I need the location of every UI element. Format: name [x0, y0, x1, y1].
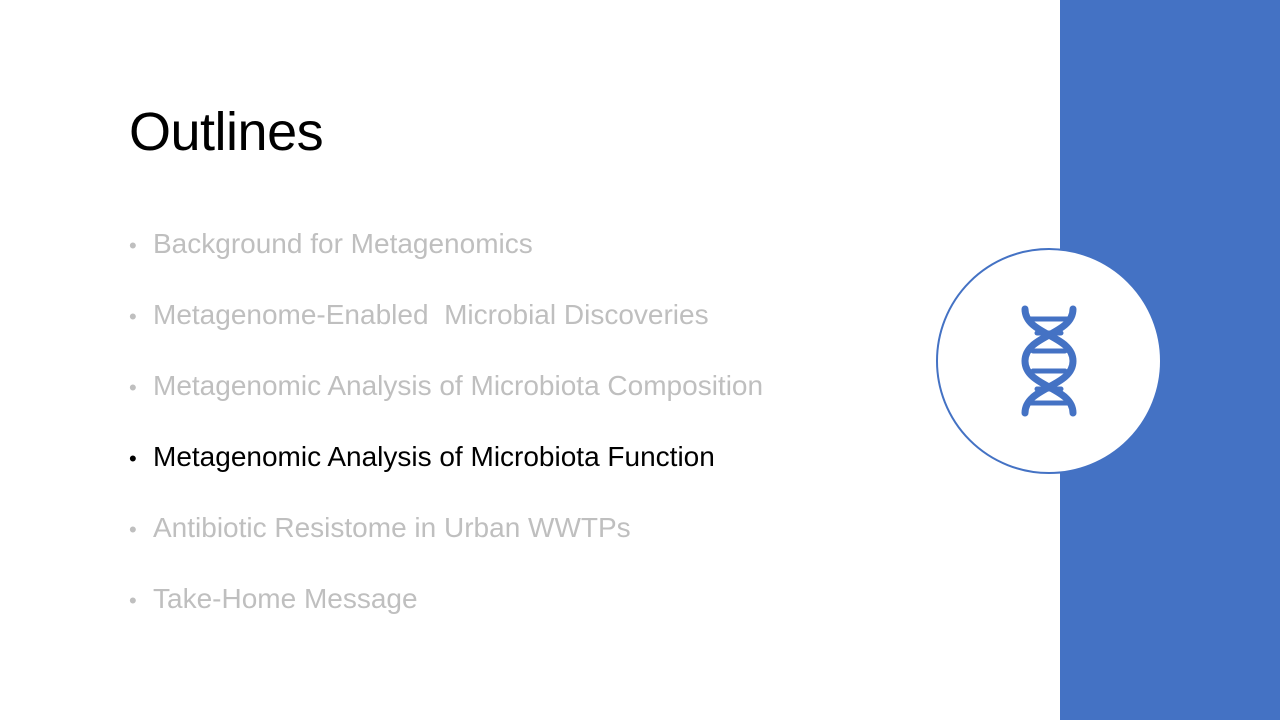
bullet: •: [129, 517, 137, 542]
outline-item-background: • Background for Metagenomics: [129, 228, 889, 299]
slide: Outlines • Background for Metagenomics •…: [0, 0, 1280, 720]
outline-item-resistome: • Antibiotic Resistome in Urban WWTPs: [129, 512, 889, 583]
outline-item-label: Take-Home Message: [153, 583, 418, 614]
outline-item-label: Metagenome-Enabled Microbial Discoveries: [153, 299, 709, 330]
bullet: •: [129, 446, 137, 471]
outline-list: • Background for Metagenomics • Metageno…: [129, 228, 889, 654]
icon-circle-badge: [936, 248, 1162, 474]
outline-item-composition: • Metagenomic Analysis of Microbiota Com…: [129, 370, 889, 441]
outline-item-label: Antibiotic Resistome in Urban WWTPs: [153, 512, 631, 543]
outline-item-function-active: • Metagenomic Analysis of Microbiota Fun…: [129, 441, 889, 512]
outline-item-label: Metagenomic Analysis of Microbiota Compo…: [153, 370, 764, 401]
outline-item-label: Metagenomic Analysis of Microbiota Funct…: [153, 441, 715, 472]
outline-item-take-home: • Take-Home Message: [129, 583, 889, 654]
bullet: •: [129, 233, 137, 258]
bullet: •: [129, 588, 137, 613]
outline-item-discoveries: • Metagenome-Enabled Microbial Discoveri…: [129, 299, 889, 370]
dna-icon: [1019, 305, 1079, 417]
outline-item-label: Background for Metagenomics: [153, 228, 533, 259]
bullet: •: [129, 304, 137, 329]
slide-title: Outlines: [129, 102, 324, 162]
bullet: •: [129, 375, 137, 400]
